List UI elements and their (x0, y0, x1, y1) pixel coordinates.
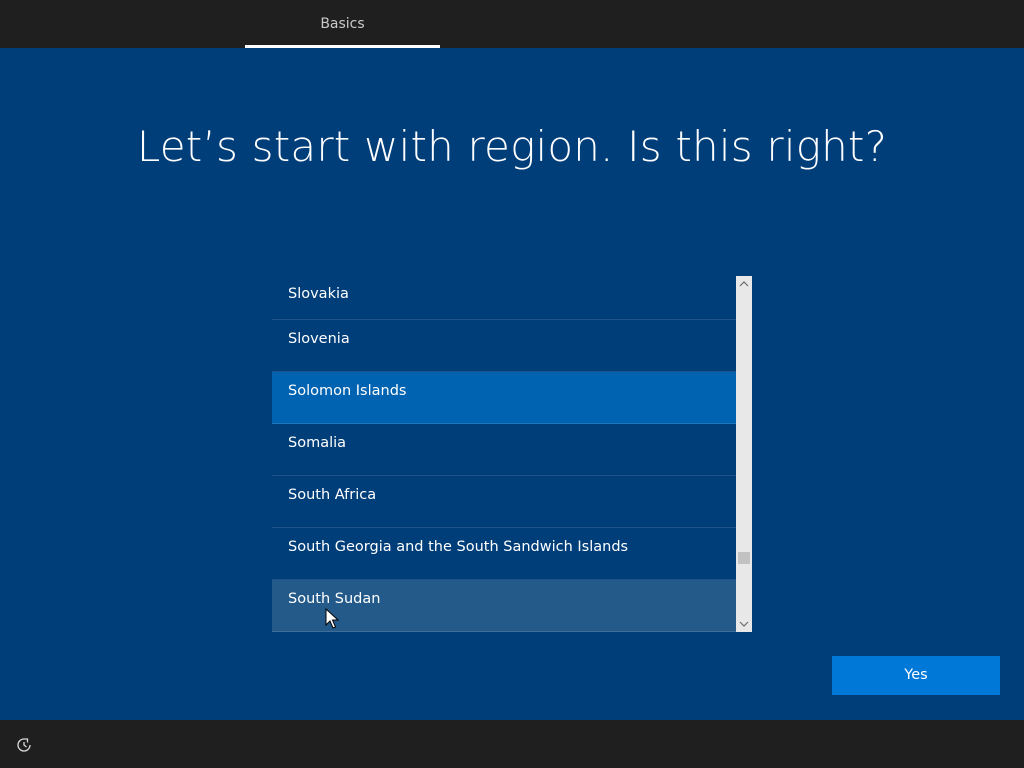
scrollbar-thumb[interactable] (738, 552, 750, 564)
chevron-down-icon[interactable] (736, 616, 752, 632)
list-item[interactable]: Slovakia (272, 276, 736, 320)
page-title: Let’s start with region. Is this right? (136, 122, 888, 171)
region-list-items: Slovakia Slovenia Solomon Islands Somali… (272, 276, 736, 632)
tab-basics[interactable]: Basics (245, 0, 440, 48)
top-bar (0, 0, 1024, 48)
accessibility-icon[interactable] (15, 736, 33, 754)
list-item[interactable]: Somalia (272, 424, 736, 476)
region-list[interactable]: Slovakia Slovenia Solomon Islands Somali… (272, 276, 752, 632)
yes-button[interactable]: Yes (832, 656, 1000, 695)
list-item-selected[interactable]: Solomon Islands (272, 372, 736, 424)
tab-active-indicator (245, 45, 440, 48)
scrollbar[interactable] (736, 276, 752, 632)
chevron-up-icon[interactable] (736, 276, 752, 292)
list-item[interactable]: South Africa (272, 476, 736, 528)
list-item[interactable]: South Georgia and the South Sandwich Isl… (272, 528, 736, 580)
list-item[interactable]: Slovenia (272, 320, 736, 372)
mouse-pointer-icon (325, 607, 340, 630)
bottom-bar (0, 720, 1024, 768)
list-item-hovered[interactable]: South Sudan (272, 580, 736, 632)
